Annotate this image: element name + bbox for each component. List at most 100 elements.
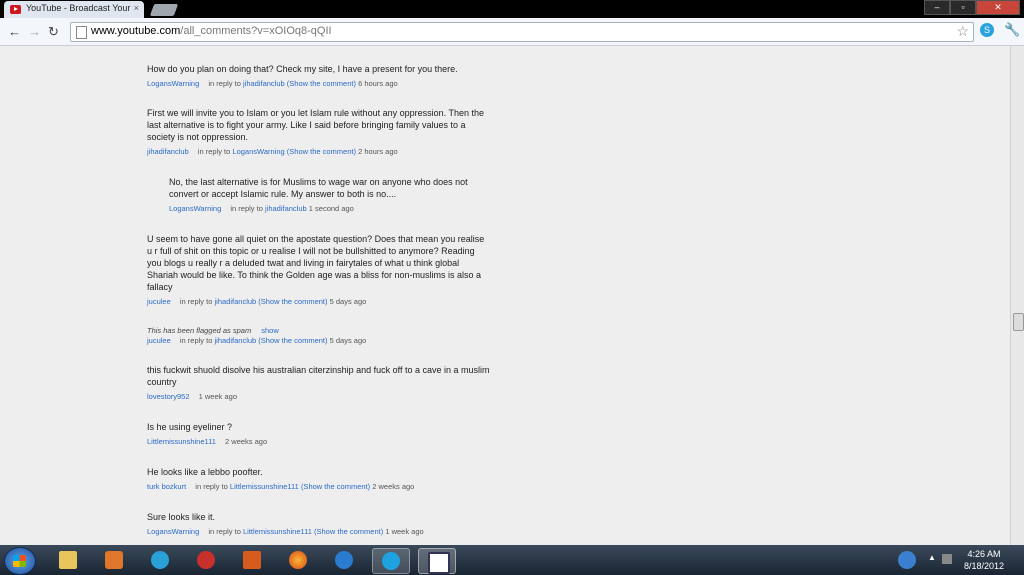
url-path: /all_comments?v=xOIOq8-qQII — [180, 25, 332, 37]
comment-meta: juculee in reply to jihadifanclub (Show … — [147, 297, 487, 307]
clock-date: 8/18/2012 — [963, 561, 1005, 571]
media-player-taskbar-button[interactable] — [96, 548, 132, 572]
reply-to-link[interactable]: jihadifanclub — [215, 297, 257, 306]
comment-author-link[interactable]: turk bozkurt — [147, 482, 186, 491]
notification-info-icon[interactable] — [898, 551, 916, 569]
reply-prefix: in reply to — [208, 79, 241, 88]
app-taskbar-button[interactable] — [142, 548, 178, 572]
comment-time: 6 hours ago — [358, 79, 398, 88]
bookmark-star-icon[interactable]: ☆ — [956, 23, 969, 40]
browser-window-icon — [428, 552, 450, 574]
show-flagged-link[interactable]: show — [261, 326, 279, 335]
show-hidden-icons-arrow[interactable]: ▲ — [928, 553, 936, 562]
comment-item: How do you plan on doing that? Check my … — [147, 63, 507, 89]
comment-author-link[interactable]: LogansWarning — [169, 204, 221, 213]
security-app-icon — [197, 551, 215, 569]
tab-close-icon[interactable]: × — [134, 3, 139, 13]
minimize-button[interactable]: – — [924, 0, 950, 15]
comment-author-link[interactable]: lovestory952 — [147, 392, 190, 401]
comment-time: 2 weeks ago — [225, 437, 268, 446]
reply-prefix: in reply to — [179, 336, 213, 345]
comment-meta: LogansWarning in reply to jihadifanclub … — [169, 204, 499, 214]
page-icon — [76, 26, 87, 39]
comment-author-link[interactable]: juculee — [147, 336, 171, 345]
url-domain: www.youtube.com — [91, 25, 181, 37]
reply-prefix: in reply to — [230, 204, 263, 213]
network-icon[interactable] — [942, 554, 952, 564]
browser-tab[interactable]: YouTube - Broadcast Your × — [4, 1, 144, 18]
show-comment-link[interactable]: (Show the comment) — [287, 79, 356, 88]
reply-to-link[interactable]: jihadifanclub — [243, 79, 285, 88]
comment-time: 1 week ago — [198, 392, 237, 401]
show-comment-link[interactable]: (Show the comment) — [301, 482, 370, 491]
url-text[interactable]: www.youtube.com/all_comments?v=xOIOq8-qQ… — [91, 25, 332, 37]
comment-author-link[interactable]: Littlemissunshine111 — [147, 437, 216, 446]
security-app-taskbar-button[interactable] — [188, 548, 224, 572]
window-titlebar: YouTube - Broadcast Your × – ▫ ✕ — [0, 0, 1024, 18]
windows-logo-icon — [13, 555, 26, 567]
taskbar-clock[interactable]: 4:26 AM 8/18/2012 — [960, 548, 1008, 572]
skype-extension-icon[interactable]: S — [980, 23, 994, 37]
tab-title: YouTube - Broadcast Your — [26, 3, 131, 13]
forward-arrow-icon[interactable]: → — [28, 24, 41, 39]
clock-time: 4:26 AM — [967, 549, 1001, 559]
comment-item: this fuckwit shuold disolve his australi… — [147, 364, 492, 402]
comment-author-link[interactable]: LogansWarning — [147, 79, 199, 88]
show-comment-link[interactable]: (Show the comment) — [258, 336, 327, 345]
back-arrow-icon[interactable]: ← — [8, 24, 21, 39]
reply-to-link[interactable]: jihadifanclub — [265, 204, 307, 213]
internet-explorer-icon — [335, 551, 353, 569]
comment-meta: lovestory952 1 week ago — [147, 392, 492, 402]
show-comment-link[interactable]: (Show the comment) — [287, 147, 356, 156]
reply-to-link[interactable]: jihadifanclub — [215, 336, 257, 345]
reply-to-link[interactable]: Littlemissunshine111 — [243, 527, 312, 536]
folder-icon — [59, 551, 77, 569]
internet-explorer-taskbar-button[interactable] — [326, 548, 362, 572]
skype-taskbar-button[interactable] — [372, 548, 410, 574]
reply-prefix: in reply to — [179, 297, 213, 306]
comment-text: First we will invite you to Islam or you… — [147, 108, 484, 142]
comment-time: 1 second ago — [308, 204, 354, 213]
media-player-icon — [105, 551, 123, 569]
reply-to-link[interactable]: LogansWarning — [232, 147, 284, 156]
show-comment-link[interactable]: (Show the comment) — [258, 297, 327, 306]
comment-text: this fuckwit shuold disolve his australi… — [147, 365, 490, 387]
scrollbar-thumb[interactable] — [1013, 313, 1024, 331]
address-bar[interactable]: www.youtube.com/all_comments?v=xOIOq8-qQ… — [70, 22, 974, 42]
youtube-favicon-icon — [10, 5, 21, 14]
comment-text: He looks like a lebbo poofter. — [147, 467, 263, 477]
comment-time: 5 days ago — [329, 336, 367, 345]
reload-icon[interactable]: ↻ — [48, 24, 59, 40]
start-button[interactable] — [4, 547, 36, 575]
comment-author-link[interactable]: juculee — [147, 297, 171, 306]
close-window-button[interactable]: ✕ — [976, 0, 1020, 15]
comment-time: 5 days ago — [329, 297, 367, 306]
comment-author-link[interactable]: jihadifanclub — [147, 147, 189, 156]
comment-author-link[interactable]: LogansWarning — [147, 527, 199, 536]
comment-item-own-reply: No, the last alternative is for Muslims … — [169, 176, 499, 214]
comment-item: He looks like a lebbo poofter. turk bozk… — [147, 466, 507, 492]
office-icon — [243, 551, 261, 569]
explorer-taskbar-button[interactable] — [50, 548, 86, 572]
comment-text: U seem to have gone all quiet on the apo… — [147, 234, 485, 292]
reply-prefix: in reply to — [195, 482, 228, 491]
comment-item-flagged: This has been flagged as spam show jucule… — [147, 326, 507, 346]
vertical-scrollbar[interactable] — [1010, 46, 1024, 545]
comment-item: Is he using eyeliner ? Littlemissunshine… — [147, 421, 507, 447]
show-comment-link[interactable]: (Show the comment) — [314, 527, 383, 536]
reply-prefix: in reply to — [197, 147, 231, 156]
new-tab-button[interactable] — [149, 4, 179, 16]
firefox-taskbar-button[interactable] — [280, 548, 316, 572]
firefox-icon — [289, 551, 307, 569]
spam-flag-text: This has been flagged as spam — [147, 326, 252, 335]
reply-to-link[interactable]: Littlemissunshine111 — [230, 482, 299, 491]
office-taskbar-button[interactable] — [234, 548, 270, 572]
comment-text: No, the last alternative is for Muslims … — [169, 177, 468, 199]
comment-meta: Littlemissunshine111 2 weeks ago — [147, 437, 507, 447]
chrome-taskbar-button[interactable] — [418, 548, 456, 574]
wrench-menu-icon[interactable]: 🔧 — [1004, 22, 1020, 38]
maximize-button[interactable]: ▫ — [950, 0, 976, 15]
browser-toolbar: ← → ↻ www.youtube.com/all_comments?v=xOI… — [0, 18, 1024, 46]
reply-prefix: in reply to — [208, 527, 241, 536]
window-controls: – ▫ ✕ — [924, 0, 1020, 15]
